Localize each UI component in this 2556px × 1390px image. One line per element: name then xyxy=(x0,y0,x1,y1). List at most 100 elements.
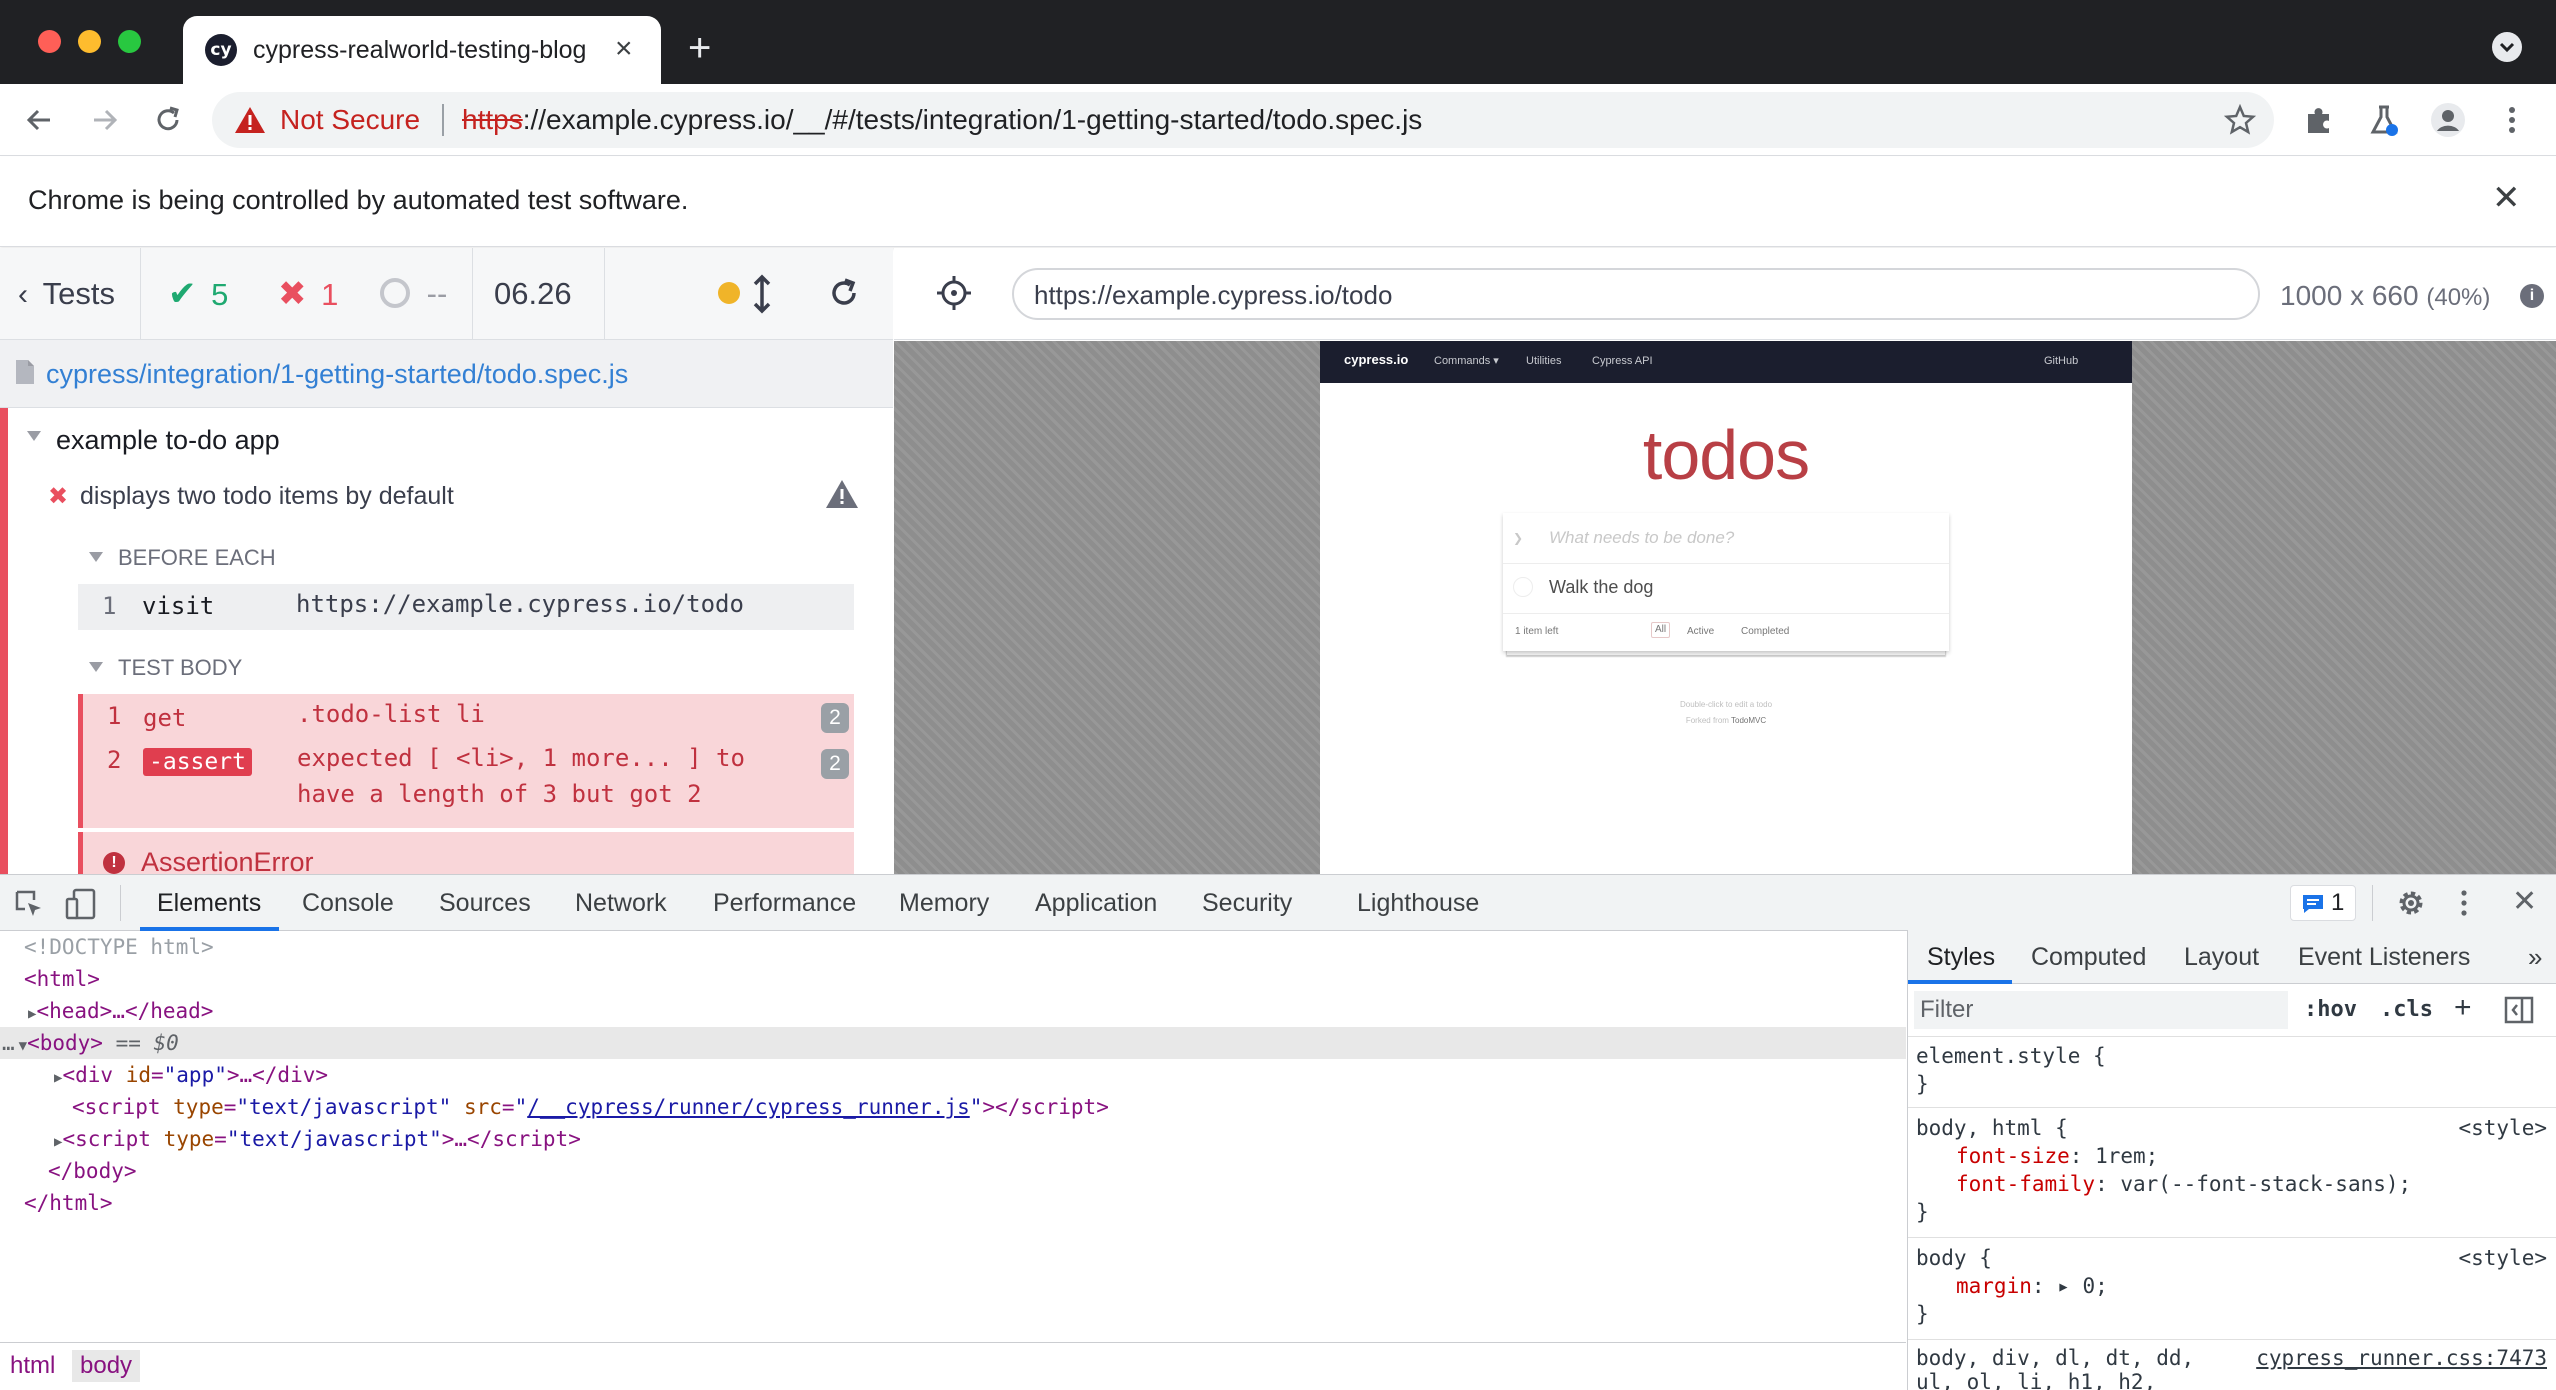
dom-node-html[interactable]: <html> xyxy=(0,963,1906,995)
expand-triangle-icon[interactable]: ▶ xyxy=(0,1006,36,1022)
dom-node-head[interactable]: ▶<head>…</head> xyxy=(0,995,1906,1027)
browser-tab[interactable]: cy cypress-realworld-testing-blog × xyxy=(183,16,661,84)
expand-triangle-icon[interactable]: ▶ xyxy=(0,1134,62,1150)
tab-event-listeners[interactable]: Event Listeners xyxy=(2298,942,2470,972)
navbar-item-commands[interactable]: Commands ▾ xyxy=(1434,354,1499,368)
dom-node-script-inline[interactable]: ▶<script type="text/javascript">…</scrip… xyxy=(0,1123,1906,1155)
reload-icon[interactable] xyxy=(150,102,186,138)
aut-url-bar[interactable]: https://example.cypress.io/todo xyxy=(1012,268,2260,320)
dom-node-body-close[interactable]: </body> xyxy=(0,1155,1906,1187)
collapse-triangle-icon[interactable]: ▼ xyxy=(15,1038,27,1054)
expand-triangle-icon[interactable]: ▶ xyxy=(0,1070,62,1086)
tab-search-chevron-icon[interactable] xyxy=(2492,32,2522,62)
devtools-close-icon[interactable]: ✕ xyxy=(2512,885,2537,919)
caret-down-icon[interactable] xyxy=(26,430,42,442)
style-rule-element[interactable]: element.style { } xyxy=(1908,1038,2556,1108)
new-style-rule-plus-icon[interactable]: + xyxy=(2454,991,2472,1025)
passed-count[interactable]: ✔ 5 xyxy=(168,276,228,313)
filter-all[interactable]: All xyxy=(1651,622,1671,638)
breadcrumb-body[interactable]: body xyxy=(72,1350,141,1382)
todo-item-label[interactable]: Walk the dog xyxy=(1549,576,1653,598)
rule-source[interactable]: <style> xyxy=(2458,1244,2547,1272)
rule-source[interactable]: cypress_runner.css:7473 xyxy=(2256,1344,2547,1372)
tab-layout[interactable]: Layout xyxy=(2184,942,2259,972)
styles-filter-input[interactable]: Filter xyxy=(1914,991,2288,1029)
test-body-label[interactable]: TEST BODY xyxy=(118,654,242,682)
tab-close-icon[interactable]: × xyxy=(615,32,633,66)
address-bar[interactable]: Not Secure https://example.cypress.io/__… xyxy=(212,92,2274,148)
navbar-item-github[interactable]: GitHub xyxy=(2044,354,2078,368)
forward-arrow-icon[interactable] xyxy=(86,102,122,138)
tab-computed[interactable]: Computed xyxy=(2031,942,2146,972)
style-rule-body-html[interactable]: body, html { <style> font-size: 1rem; fo… xyxy=(1908,1110,2556,1238)
test-title[interactable]: displays two todo items by default xyxy=(80,480,454,512)
script-src-link[interactable]: /__cypress/runner/cypress_runner.js xyxy=(527,1095,970,1119)
tab-network[interactable]: Network xyxy=(575,888,667,918)
minimize-window-button[interactable] xyxy=(78,30,101,53)
address-url[interactable]: https://example.cypress.io/__/#/tests/in… xyxy=(462,104,1422,136)
settings-gear-icon[interactable] xyxy=(2396,888,2426,918)
toggle-all-chevron-icon[interactable]: ❯ xyxy=(1513,531,1523,545)
viewport-info[interactable]: 1000 x 660 (40%) xyxy=(2280,280,2490,314)
infobar-close-icon[interactable]: ✕ xyxy=(2492,181,2521,215)
tab-elements[interactable]: Elements xyxy=(157,888,261,918)
rerun-icon[interactable] xyxy=(826,275,862,311)
rule-property[interactable]: font-family: var(--font-stack-sans); xyxy=(1956,1170,2411,1198)
style-rule-body[interactable]: body { <style> margin: ▸ 0; } xyxy=(1908,1240,2556,1340)
filter-completed[interactable]: Completed xyxy=(1741,626,1789,638)
breadcrumb-html[interactable]: html xyxy=(2,1350,63,1382)
dom-node-doctype[interactable]: <!DOCTYPE html> xyxy=(0,931,1906,963)
browser-menu-icon[interactable] xyxy=(2494,102,2530,138)
close-window-button[interactable] xyxy=(38,30,61,53)
tab-security[interactable]: Security xyxy=(1202,888,1292,918)
issues-counter-button[interactable]: 1 xyxy=(2290,885,2356,921)
todo-checkbox[interactable] xyxy=(1513,577,1533,597)
dom-node-div-app[interactable]: ▶<div id="app">…</div> xyxy=(0,1059,1906,1091)
dom-node-script-runner[interactable]: <script type="text/javascript" src="/__c… xyxy=(0,1091,1906,1123)
tab-memory[interactable]: Memory xyxy=(899,888,989,918)
warning-triangle-icon[interactable] xyxy=(825,478,859,510)
more-tabs-chevron-icon[interactable]: » xyxy=(2528,942,2542,972)
tab-performance[interactable]: Performance xyxy=(713,888,856,918)
caret-down-icon[interactable] xyxy=(88,551,104,563)
hover-state-toggle[interactable]: :hov xyxy=(2304,995,2357,1025)
rule-property[interactable]: margin: ▸ 0; xyxy=(1956,1272,2108,1300)
back-arrow-icon[interactable] xyxy=(22,102,58,138)
navbar-brand[interactable]: cypress.io xyxy=(1344,353,1408,367)
tab-lighthouse[interactable]: Lighthouse xyxy=(1357,888,1479,918)
toggle-sidebar-icon[interactable] xyxy=(2504,995,2534,1025)
testing-flask-icon[interactable] xyxy=(2366,102,2402,138)
navbar-item-utilities[interactable]: Utilities xyxy=(1526,354,1561,368)
tests-back-button[interactable]: ‹ Tests xyxy=(18,276,115,313)
style-rule-reset[interactable]: body, div, dl, dt, dd, ul, ol, li, h1, h… xyxy=(1908,1342,2556,1390)
todomvc-link[interactable]: TodoMVC xyxy=(1731,716,1766,725)
tab-sources[interactable]: Sources xyxy=(439,888,531,918)
not-secure-label[interactable]: Not Secure xyxy=(280,104,420,136)
zoom-window-button[interactable] xyxy=(118,30,141,53)
rule-source[interactable]: <style> xyxy=(2458,1114,2547,1142)
navbar-item-cypress-api[interactable]: Cypress API xyxy=(1592,354,1653,368)
class-toggle[interactable]: .cls xyxy=(2380,995,2433,1025)
pending-count[interactable]: -- xyxy=(380,276,447,312)
dom-node-body-selected[interactable]: … ▼<body> == $0 xyxy=(0,1027,1906,1059)
new-todo-input[interactable]: What needs to be done? xyxy=(1549,527,1734,549)
spec-file-path[interactable]: cypress/integration/1-getting-started/to… xyxy=(46,357,628,391)
bookmark-star-icon[interactable] xyxy=(2224,104,2256,136)
dom-node-html-close[interactable]: </html> xyxy=(0,1187,1906,1219)
selector-playground-crosshair-icon[interactable] xyxy=(936,275,972,311)
tab-console[interactable]: Console xyxy=(302,888,394,918)
rule-property[interactable]: font-size: 1rem; xyxy=(1956,1142,2158,1170)
devtools-more-icon[interactable] xyxy=(2458,888,2470,918)
inspect-element-icon[interactable] xyxy=(14,889,44,919)
caret-down-icon[interactable] xyxy=(88,661,104,673)
tab-styles[interactable]: Styles xyxy=(1927,942,1995,972)
before-each-label[interactable]: BEFORE EACH xyxy=(118,544,276,572)
command-row[interactable]: 1 visit https://example.cypress.io/todo xyxy=(78,584,854,630)
profile-avatar-icon[interactable] xyxy=(2430,102,2466,138)
viewport-info-icon[interactable]: i xyxy=(2520,284,2544,308)
new-tab-plus-icon[interactable]: + xyxy=(688,28,711,68)
device-toolbar-icon[interactable] xyxy=(64,887,98,921)
tab-application[interactable]: Application xyxy=(1035,888,1157,918)
filter-active[interactable]: Active xyxy=(1687,626,1714,638)
failed-count[interactable]: ✖ 1 xyxy=(278,276,338,313)
